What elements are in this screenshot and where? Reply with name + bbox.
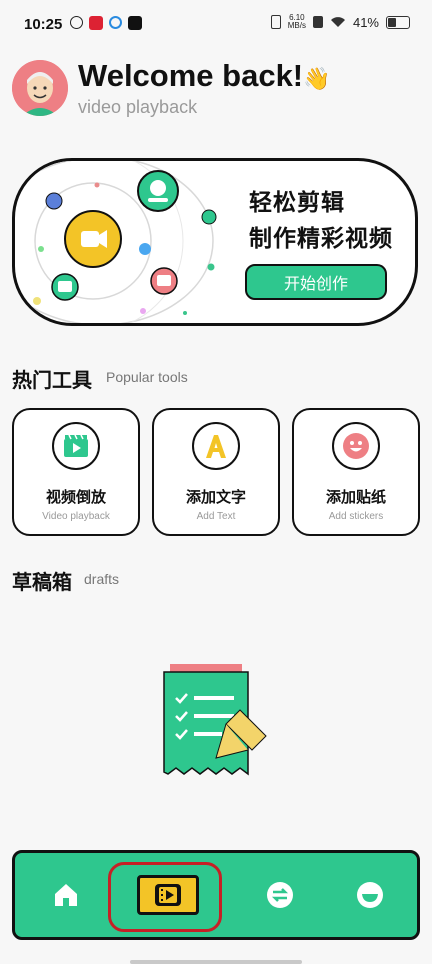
orbit-illustration [15,161,217,323]
vibrate-icon [270,15,281,29]
nav-home[interactable] [41,853,91,937]
tool-subtitle: Video playback [42,511,110,522]
sim-icon [312,16,323,28]
selection-highlight [108,862,222,932]
avatar[interactable] [12,60,68,116]
status-bar: 10:25 6.10 MB/s 41% [0,0,432,50]
wave-hand-icon: 👋 [303,66,331,91]
tool-card-add-stickers[interactable]: 添加贴纸 Add stickers [292,408,420,536]
notification-icons [70,16,142,30]
swap-icon [267,882,293,908]
banner-headline-1: 轻松剪辑 [249,189,345,215]
drafts-title: 草稿箱 [12,572,72,594]
tool-subtitle: Add Text [196,511,236,522]
tool-icon-circle [192,422,240,470]
face-icon [357,882,383,908]
avatar-image [12,60,68,116]
nav-convert[interactable] [255,853,305,937]
promo-banner[interactable]: 轻松剪辑 制作精彩视频 开始创作 [12,158,418,326]
red-app-icon [89,16,103,30]
nav-profile[interactable] [345,853,395,937]
letter-a-icon [206,435,226,458]
home-indicator[interactable] [130,960,302,964]
clapperboard-play-icon [64,434,88,457]
tool-title: 视频倒放 [45,489,106,506]
empty-drafts-illustration [163,664,267,776]
tool-card-video-reverse[interactable]: 视频倒放 Video playback [12,408,140,536]
tool-subtitle: Add stickers [328,511,384,522]
smiley-icon [343,433,369,459]
battery-percent: 41% [352,14,379,30]
network-speed: 6.10 MB/s [287,13,306,30]
tiktok-icon [128,16,142,30]
header-subtitle: video playback [78,97,198,117]
blue-app-icon [109,16,122,29]
tool-icon-circle [52,422,100,470]
tool-title: 添加贴纸 [325,489,386,506]
popular-tools-title: 热门工具 [12,370,92,392]
tool-title: 添加文字 [185,489,246,506]
tool-icon-circle [332,422,380,470]
status-right: 6.10 MB/s 41% [270,13,410,30]
start-creating-button[interactable]: 开始创作 [245,264,387,300]
tool-card-add-text[interactable]: 添加文字 Add Text [152,408,280,536]
status-time: 10:25 [24,16,63,33]
home-icon [55,884,77,906]
banner-headline-2: 制作精彩视频 [249,225,393,251]
link-app-icon [70,16,83,29]
drafts-subtitle: drafts [84,571,120,587]
welcome-title: Welcome back!👋 [78,58,331,93]
battery-icon [386,15,410,29]
wifi-icon [330,17,345,27]
popular-tools-subtitle: Popular tools [106,369,188,385]
